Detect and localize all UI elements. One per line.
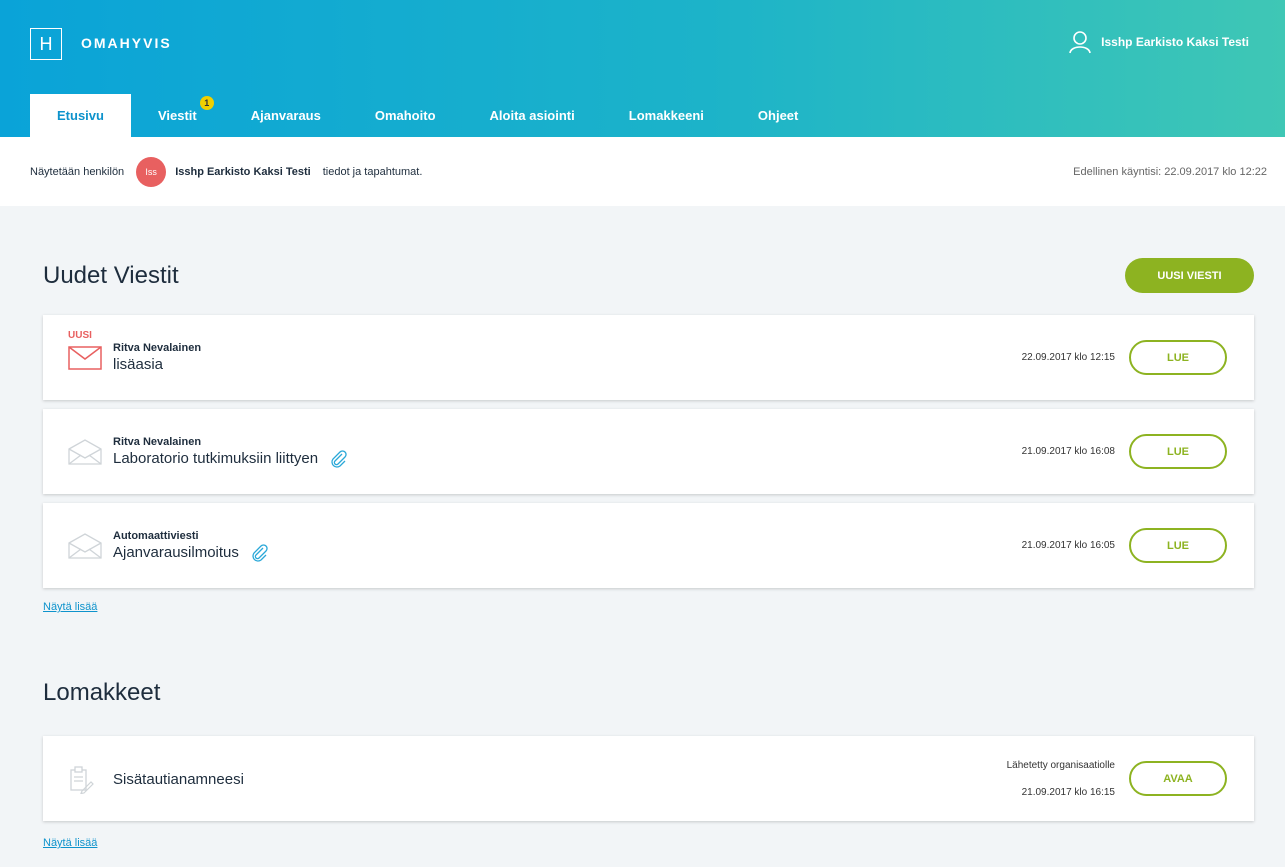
tab-viestit[interactable]: Viestit 1 — [131, 94, 224, 137]
messages-title: Uudet Viestit — [43, 261, 179, 289]
tab-label: Etusivu — [57, 108, 104, 123]
person-info-bar: Näytetään henkilön Iss Isshp Earkisto Ka… — [0, 137, 1285, 206]
info-prefix: Näytetään henkilön — [30, 165, 125, 178]
message-subject-text: lisäasia — [113, 356, 164, 373]
message-date: 21.09.2017 klo 16:08 — [1021, 446, 1115, 457]
tab-lomakkeeni[interactable]: Lomakkeeni — [602, 94, 731, 137]
forms-header: Lomakkeet — [43, 679, 1254, 707]
message-subject-text: Laboratorio tutkimuksiin liittyen — [113, 450, 319, 467]
message-sender: Ritva Nevalainen — [113, 435, 202, 448]
new-label: UUSI — [68, 330, 92, 341]
last-visit: Edellinen käyntisi: 22.09.2017 klo 12:22 — [1073, 165, 1267, 178]
user-menu[interactable]: Isshp Earkisto Kaksi Testi — [1069, 30, 1249, 54]
tab-label: Omahoito — [374, 108, 436, 123]
envelope-open-icon — [68, 439, 102, 465]
read-button[interactable]: LUE — [1129, 528, 1227, 563]
form-status: Lähetetty organisaatiolle 21.09.2017 klo… — [1007, 752, 1115, 806]
message-date: 22.09.2017 klo 12:15 — [1021, 352, 1115, 363]
message-text: Ritva Nevalainen Laboratorio tutkimuksii… — [113, 436, 348, 468]
message-sender: Automaattiviesti — [113, 529, 199, 542]
avatar: Iss — [136, 156, 167, 187]
app-name: OMAHYVIS — [81, 35, 172, 51]
paperclip-icon — [252, 543, 268, 562]
tab-label: Ajanvaraus — [250, 108, 321, 123]
message-sender: Ritva Nevalainen — [113, 342, 202, 354]
paperclip-icon — [331, 449, 347, 468]
info-person-name: Isshp Earkisto Kaksi Testi — [175, 165, 311, 178]
message-card[interactable]: Ritva Nevalainen Laboratorio tutkimuksii… — [43, 409, 1254, 494]
tab-ohjeet[interactable]: Ohjeet — [731, 94, 825, 137]
user-icon — [1069, 31, 1091, 54]
app-logo[interactable]: H — [30, 28, 62, 60]
main-content: Uudet Viestit UUSI VIESTI UUSI Ritva Nev… — [0, 258, 1285, 851]
message-text: Automaattiviesti Ajanvarausilmoitus — [113, 530, 269, 562]
tab-label: Viestit — [157, 108, 197, 123]
tab-label: Aloita asiointi — [489, 108, 575, 123]
tab-etusivu[interactable]: Etusivu — [30, 94, 131, 137]
message-text: Ritva Nevalainen lisäasia — [113, 342, 201, 373]
form-status-text: Lähetetty organisaatiolle — [1006, 759, 1115, 771]
tab-label: Ohjeet — [757, 108, 799, 123]
unread-badge: 1 — [199, 96, 214, 110]
tab-omahoito[interactable]: Omahoito — [348, 94, 463, 137]
clipboard-edit-icon — [70, 766, 94, 794]
tab-ajanvaraus[interactable]: Ajanvaraus — [224, 94, 348, 137]
message-subject: lisäasia — [113, 356, 201, 373]
app-header: H OMAHYVIS Isshp Earkisto Kaksi Testi Et… — [0, 0, 1285, 137]
envelope-new-icon — [68, 346, 102, 370]
message-subject: Laboratorio tutkimuksiin liittyen — [113, 449, 348, 468]
message-subject: Ajanvarausilmoitus — [113, 543, 269, 562]
messages-show-more-link[interactable]: Näytä lisää — [43, 601, 97, 613]
envelope-open-icon — [68, 533, 102, 559]
message-subject-text: Ajanvarausilmoitus — [113, 544, 239, 561]
tab-label: Lomakkeeni — [628, 108, 704, 123]
form-text: Sisätautianamneesi — [113, 769, 244, 788]
open-button[interactable]: AVAA — [1129, 761, 1227, 796]
form-card[interactable]: Sisätautianamneesi Lähetetty organisaati… — [43, 736, 1254, 821]
read-button[interactable]: LUE — [1129, 340, 1227, 375]
read-button[interactable]: LUE — [1129, 434, 1227, 469]
message-card[interactable]: Automaattiviesti Ajanvarausilmoitus 21.0… — [43, 503, 1254, 588]
new-message-button[interactable]: UUSI VIESTI — [1125, 258, 1254, 293]
forms-title: Lomakkeet — [43, 679, 161, 706]
message-date: 21.09.2017 klo 16:05 — [1021, 540, 1115, 551]
message-card[interactable]: UUSI Ritva Nevalainen lisäasia 22.09.201… — [43, 315, 1254, 400]
info-suffix: tiedot ja tapahtumat. — [322, 165, 423, 178]
messages-header: Uudet Viestit UUSI VIESTI — [43, 258, 1254, 293]
tab-aloita-asiointi[interactable]: Aloita asiointi — [463, 94, 602, 137]
main-nav: Etusivu Viestit 1 Ajanvaraus Omahoito Alo… — [30, 94, 825, 137]
form-date: 21.09.2017 klo 16:15 — [1021, 786, 1115, 798]
form-name: Sisätautianamneesi — [113, 771, 244, 788]
user-name: Isshp Earkisto Kaksi Testi — [1101, 35, 1249, 49]
forms-show-more-link[interactable]: Näytä lisää — [43, 837, 97, 849]
